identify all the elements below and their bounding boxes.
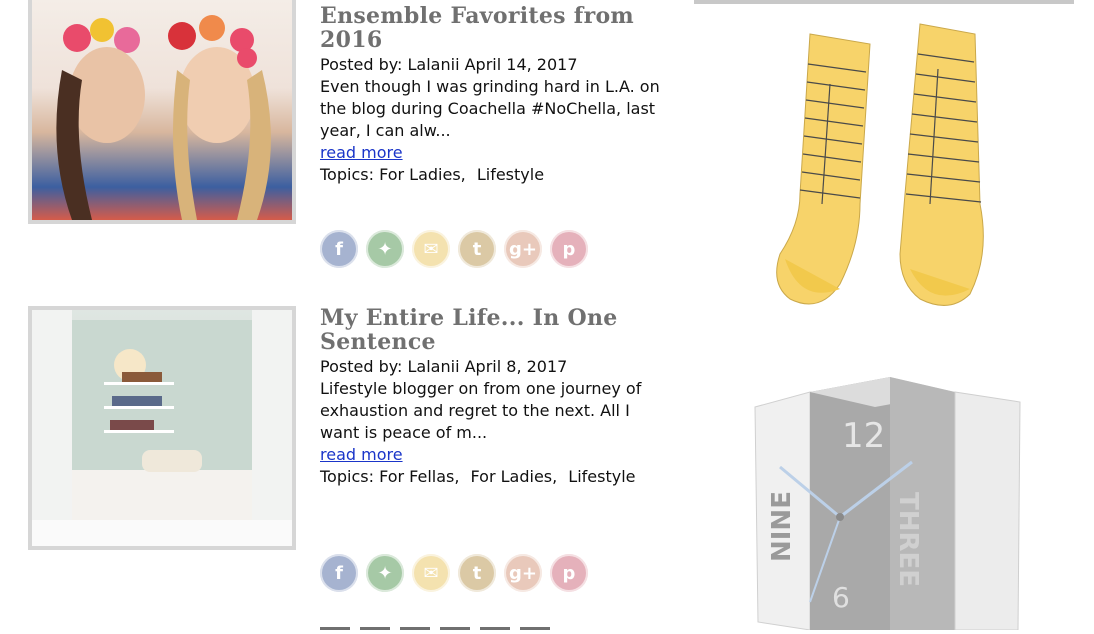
- topic-link[interactable]: For Ladies,: [471, 467, 558, 486]
- book-clock-image: 12 NINE THREE 6: [754, 377, 1021, 631]
- facebook-icon[interactable]: f: [320, 554, 358, 592]
- post-thumbnail[interactable]: [28, 0, 296, 224]
- share-bar: f ✦ ✉ t g+ p: [320, 554, 588, 592]
- post-date: April 8, 2017: [464, 357, 568, 376]
- clock-nine: NINE: [767, 491, 797, 562]
- post-author: Lalanii: [407, 55, 460, 74]
- book-clock-product[interactable]: 12 NINE THREE 6: [750, 362, 1030, 631]
- post-meta: Posted by: Lalanii April 8, 2017: [320, 356, 660, 378]
- email-icon[interactable]: ✉: [412, 230, 450, 268]
- topic-link[interactable]: Lifestyle: [568, 467, 635, 486]
- post-title[interactable]: Ensemble Favorites from 2016: [320, 4, 660, 52]
- post-author: Lalanii: [407, 357, 460, 376]
- clock-twelve: 12: [842, 416, 885, 456]
- post-excerpt: Even though I was grinding hard in L.A. …: [320, 77, 660, 140]
- socks-image: [776, 23, 984, 306]
- read-more-link[interactable]: read more: [320, 444, 403, 466]
- post-meta: Posted by: Lalanii April 14, 2017: [320, 54, 660, 76]
- email-icon[interactable]: ✉: [412, 554, 450, 592]
- post-date: April 14, 2017: [464, 55, 578, 74]
- topic-link[interactable]: Lifestyle: [477, 165, 544, 184]
- clock-three: THREE: [893, 492, 923, 587]
- tumblr-icon[interactable]: t: [458, 230, 496, 268]
- post-topics: Topics: For Fellas, For Ladies, Lifestyl…: [320, 466, 660, 488]
- post-title[interactable]: My Entire Life... In One Sentence: [320, 306, 660, 354]
- library-card-socks-product[interactable]: [760, 14, 1010, 314]
- reading-nook-photo: [32, 310, 292, 546]
- blog-post: Ensemble Favorites from 2016 Posted by: …: [28, 0, 668, 276]
- flower-crown-photo: [32, 0, 292, 220]
- pinterest-icon[interactable]: p: [550, 230, 588, 268]
- pinterest-icon[interactable]: p: [550, 554, 588, 592]
- post-topics: Topics: For Ladies, Lifestyle: [320, 164, 660, 186]
- read-more-link[interactable]: read more: [320, 142, 403, 164]
- posted-by-label: Posted by:: [320, 357, 403, 376]
- blog-post: My Entire Life... In One Sentence Posted…: [28, 306, 668, 606]
- google-plus-icon[interactable]: g+: [504, 230, 542, 268]
- post-excerpt: Lifestyle blogger on from one journey of…: [320, 379, 642, 442]
- twitter-icon[interactable]: ✦: [366, 554, 404, 592]
- posted-by-label: Posted by:: [320, 55, 403, 74]
- photo-illustration: [32, 310, 292, 546]
- next-post-title-fragment: [320, 624, 560, 630]
- clock-six: 6: [832, 581, 850, 614]
- share-bar: f ✦ ✉ t g+ p: [320, 230, 588, 268]
- post-text: My Entire Life... In One Sentence Posted…: [320, 306, 660, 488]
- twitter-icon[interactable]: ✦: [366, 230, 404, 268]
- google-plus-icon[interactable]: g+: [504, 554, 542, 592]
- topics-label: Topics:: [320, 165, 374, 184]
- topic-link[interactable]: For Fellas,: [379, 467, 459, 486]
- photo-illustration: [56, 15, 271, 220]
- tumblr-icon[interactable]: t: [458, 554, 496, 592]
- post-thumbnail[interactable]: [28, 306, 296, 550]
- sidebar-divider: [694, 0, 1074, 4]
- post-text: Ensemble Favorites from 2016 Posted by: …: [320, 4, 660, 186]
- topic-link[interactable]: For Ladies,: [379, 165, 466, 184]
- topics-label: Topics:: [320, 467, 374, 486]
- facebook-icon[interactable]: f: [320, 230, 358, 268]
